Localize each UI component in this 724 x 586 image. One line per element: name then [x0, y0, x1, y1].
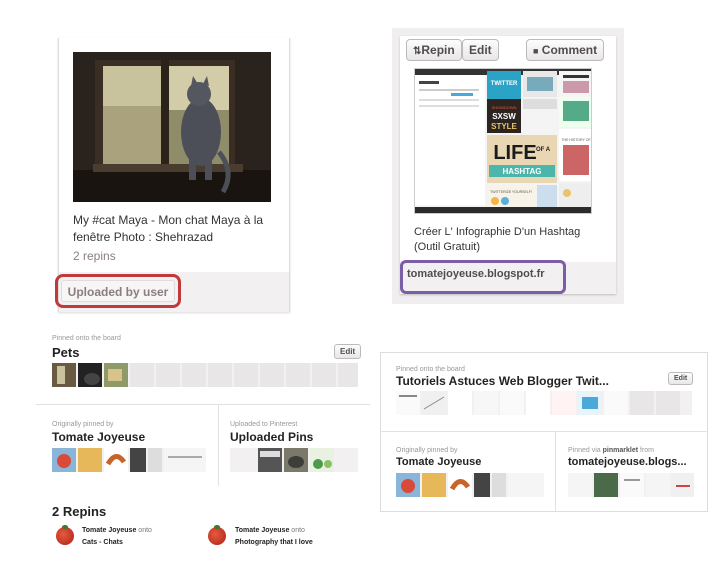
tile-twitter-text: TWITTER: [491, 81, 518, 87]
pin-card-cat: My #cat Maya - Mon chat Maya à la fenêtr…: [55, 38, 290, 312]
pinner-thumbnails[interactable]: [52, 448, 206, 472]
repins-title: 2 Repins: [52, 504, 107, 519]
board-edit-button[interactable]: Edit: [668, 372, 694, 385]
tile-ofa-text: OF A: [536, 147, 551, 153]
board-name[interactable]: Pets: [52, 345, 79, 360]
pin-info-panel-tutoriels: Pinned onto the board Tutoriels Astuces …: [380, 352, 708, 512]
repin-item[interactable]: Tomate Joyeuse onto Photography that I l…: [208, 525, 368, 551]
source-thumbnails[interactable]: [568, 473, 694, 497]
pin-card-hashtag: ⇅Repin Edit ■ Comment TWITTER SHOWDOWN S…: [400, 36, 616, 294]
divider: [218, 404, 219, 486]
divider: [555, 431, 556, 511]
avatar[interactable]: [208, 525, 226, 545]
tile-life-text: LIFE: [493, 142, 536, 164]
source-site-name[interactable]: tomatejoyeuse.blogs...: [568, 456, 687, 468]
repin-user-line: Tomate Joyeuse onto: [82, 527, 152, 534]
uploaded-thumbnails[interactable]: [230, 448, 358, 472]
avatar[interactable]: [56, 525, 74, 545]
divider: [36, 404, 370, 405]
pin-footer: Uploaded by user: [55, 272, 289, 312]
pin-description: Créer L' Infographie D'un Hashtag (Outil…: [414, 226, 581, 253]
tile-hashtag-text: HASHTAG: [503, 167, 542, 176]
pinned-via-label: Pinned via pinmarklet from: [568, 447, 655, 454]
source-link[interactable]: tomatejoyeuse.blogspot.fr: [407, 268, 545, 280]
tile-style-text: STYLE: [491, 122, 517, 131]
original-pinner-name[interactable]: Tomate Joyeuse: [396, 456, 481, 468]
repin-count[interactable]: 2 repins: [73, 249, 116, 263]
uploaded-pins-name[interactable]: Uploaded Pins: [230, 430, 313, 444]
repin-item[interactable]: Tomate Joyeuse onto Cats - Chats: [56, 525, 206, 551]
board-label: Pinned onto the board: [396, 366, 465, 373]
pin-image-infographic[interactable]: TWITTER SHOWDOWN SXSW STYLE LIFE OF A HA…: [414, 68, 592, 214]
board-label: Pinned onto the board: [52, 335, 121, 342]
comment-button[interactable]: ■ Comment: [526, 39, 605, 61]
pin-card-hashtag-wrapper: ⇅Repin Edit ■ Comment TWITTER SHOWDOWN S…: [392, 28, 624, 304]
pin-image-cat-window[interactable]: [73, 52, 271, 202]
originally-pinned-label: Originally pinned by: [396, 447, 458, 454]
original-pinner-name[interactable]: Tomate Joyeuse: [52, 430, 145, 444]
pinmarklet-link[interactable]: pinmarklet: [603, 447, 638, 454]
repin-user-name[interactable]: Tomate Joyeuse: [235, 527, 289, 534]
divider: [381, 431, 707, 432]
board-thumbnails[interactable]: [52, 363, 358, 387]
pin-description: My #cat Maya - Mon chat Maya à la fenêtr…: [73, 213, 264, 244]
edit-button[interactable]: Edit: [462, 39, 499, 61]
pinner-thumbnails[interactable]: [396, 473, 544, 497]
tile-showdown-text: SHOWDOWN: [491, 105, 516, 110]
repin-button[interactable]: ⇅Repin: [406, 39, 462, 61]
board-name[interactable]: Tutoriels Astuces Web Blogger Twit...: [396, 374, 609, 388]
pin-info-panel-pets: Pinned onto the board Pets Edit Original…: [36, 330, 370, 490]
uploaded-by-user-highlight: Uploaded by user: [55, 274, 181, 308]
repin-board-name[interactable]: Photography that I love: [235, 539, 313, 546]
tile-history-text: THE HISTORY OF: [561, 138, 590, 142]
repin-user-line: Tomate Joyeuse onto: [235, 527, 305, 534]
repins-section: 2 Repins Tomate Joyeuse onto Cats - Chat…: [36, 495, 370, 575]
originally-pinned-label: Originally pinned by: [52, 421, 114, 428]
repin-board-name[interactable]: Cats - Chats: [82, 539, 123, 546]
uploaded-to-label: Uploaded to Pinterest: [230, 421, 298, 428]
speech-bubble-icon: ■: [533, 46, 539, 56]
uploaded-by-user-button[interactable]: Uploaded by user: [61, 280, 175, 302]
tile-twitterize-text: TWITTERIZE YOURSELF!: [490, 190, 532, 194]
board-thumbnails[interactable]: [396, 391, 692, 415]
board-edit-button[interactable]: Edit: [334, 344, 362, 359]
tile-sxsw-text: SXSW: [492, 112, 516, 121]
repin-user-name[interactable]: Tomate Joyeuse: [82, 527, 136, 534]
source-link-highlight: tomatejoyeuse.blogspot.fr: [400, 260, 566, 294]
